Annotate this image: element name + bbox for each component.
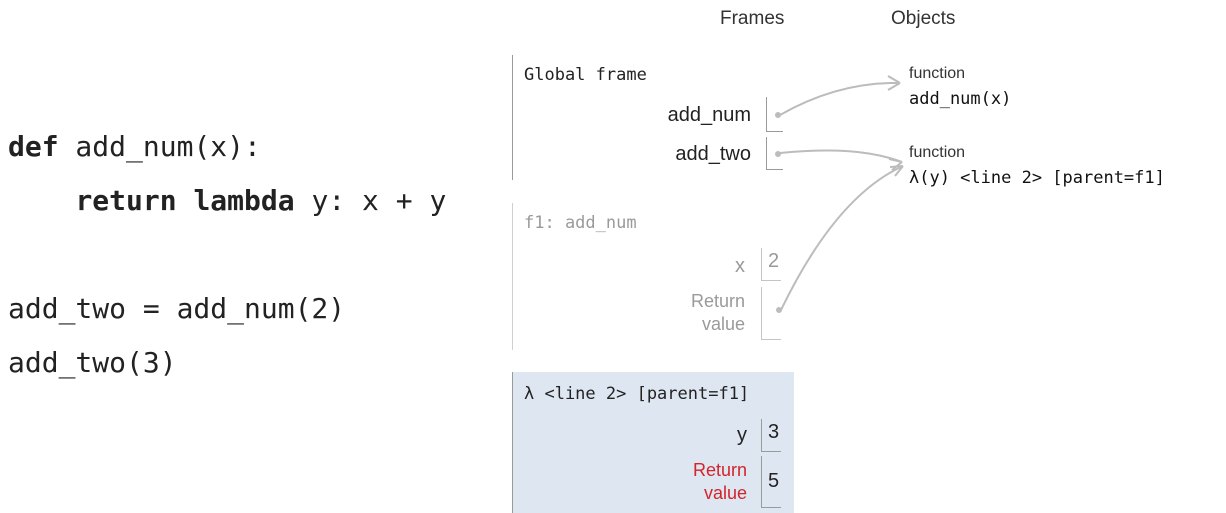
arrow-return-value <box>780 165 904 311</box>
arrow-add-num <box>779 81 901 116</box>
arrow-add-two <box>779 149 903 163</box>
pointer-arrows <box>779 75 904 311</box>
